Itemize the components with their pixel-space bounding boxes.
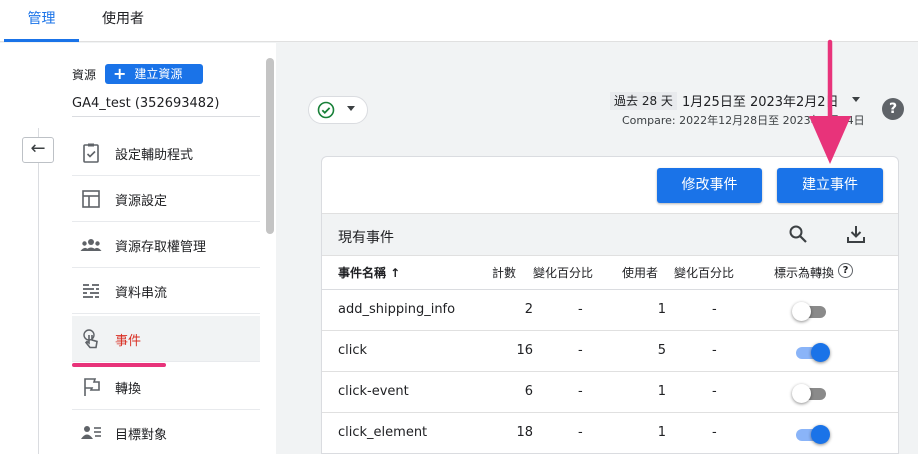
help-circle-icon[interactable]: ? <box>838 263 853 278</box>
header-users-change[interactable]: 變化百分比 <box>674 264 734 281</box>
header-mark-conversion: 標示為轉換 <box>774 266 835 280</box>
sidebar-item-label: 事件 <box>115 334 142 349</box>
download-icon[interactable] <box>846 224 866 244</box>
clipboard-check-icon <box>83 143 99 163</box>
property-selector[interactable]: GA4_test (352693482) <box>72 96 219 111</box>
header-count[interactable]: 計數 <box>492 264 516 281</box>
event-count: 2 <box>524 302 533 317</box>
create-property-label: 建立資源 <box>134 67 183 81</box>
streams-icon <box>83 284 99 298</box>
create-event-button[interactable]: 建立事件 <box>777 168 883 203</box>
event-users-change: - <box>712 343 717 358</box>
header-count-change[interactable]: 變化百分比 <box>533 264 593 281</box>
search-icon[interactable] <box>788 224 808 244</box>
property-label: 資源 <box>72 68 97 82</box>
sidebar-item-events[interactable]: 事件 <box>72 316 260 362</box>
event-name[interactable]: click_element <box>338 425 427 440</box>
event-users-change: - <box>712 302 717 317</box>
date-preset-chip[interactable]: 過去 28 天 <box>610 92 677 110</box>
help-icon[interactable]: ? <box>882 98 904 120</box>
flag-icon <box>84 378 100 396</box>
audience-icon <box>81 426 101 439</box>
event-name[interactable]: add_shipping_info <box>338 302 455 317</box>
sidebar-item-property-settings[interactable]: 資源設定 <box>72 176 260 222</box>
top-nav: 管理 使用者 <box>0 0 918 42</box>
event-users: 1 <box>657 384 666 399</box>
event-count-change: - <box>578 302 583 317</box>
conversion-toggle[interactable] <box>792 384 830 403</box>
event-users-change: - <box>712 425 717 440</box>
conversion-toggle[interactable] <box>792 343 830 362</box>
conversion-toggle[interactable] <box>792 302 830 321</box>
tab-admin[interactable]: 管理 <box>4 0 79 42</box>
plus-icon: + <box>113 64 127 83</box>
chevron-down-icon <box>347 106 355 111</box>
sidebar-item-audiences[interactable]: 目標對象 <box>72 410 260 454</box>
table-header: 事件名稱 ↑ 計數 變化百分比 使用者 變化百分比 標示為轉換 ? <box>322 256 898 290</box>
sidebar-item-label: 設定輔助程式 <box>115 148 194 163</box>
check-circle-icon <box>317 101 335 119</box>
table-row[interactable]: add_shipping_info 2 - 1 - <box>322 290 898 331</box>
event-name[interactable]: click-event <box>338 384 409 399</box>
sidebar-divider <box>38 128 39 454</box>
existing-events-title: 現有事件 <box>338 230 394 246</box>
sidebar-item-access-management[interactable]: 資源存取權管理 <box>72 222 260 268</box>
annotation-arrow-icon <box>809 39 851 164</box>
table-row[interactable]: click_element 18 - 1 - <box>322 413 898 453</box>
data-status-dropdown[interactable] <box>308 96 368 124</box>
table-row[interactable]: click 16 - 5 - <box>322 331 898 372</box>
sidebar-item-label: 轉換 <box>115 382 142 397</box>
event-count: 6 <box>524 384 533 399</box>
property-underline <box>72 116 260 117</box>
header-event-name[interactable]: 事件名稱 ↑ <box>338 264 400 281</box>
layout-icon <box>82 190 100 208</box>
sidebar-item-conversions[interactable]: 轉換 <box>72 364 260 410</box>
sidebar-item-label: 資料串流 <box>115 286 168 301</box>
sidebar-item-label: 資源設定 <box>115 194 168 209</box>
event-name[interactable]: click <box>338 343 367 358</box>
sidebar-scrollbar[interactable] <box>266 58 274 234</box>
sidebar-item-label: 目標對象 <box>115 428 168 443</box>
sidebar-item-setup-assistant[interactable]: 設定輔助程式 <box>72 130 260 176</box>
event-count: 16 <box>516 343 533 358</box>
touch-icon <box>83 329 98 349</box>
create-property-button[interactable]: + 建立資源 <box>105 64 203 84</box>
event-users: 1 <box>657 302 666 317</box>
modify-event-button[interactable]: 修改事件 <box>657 168 762 203</box>
sidebar-item-data-streams[interactable]: 資料串流 <box>72 268 260 314</box>
sidebar-item-label: 資源存取權管理 <box>115 240 207 255</box>
table-row[interactable]: click-event 6 - 1 - <box>322 372 898 413</box>
existing-events-header: 現有事件 <box>322 213 898 256</box>
people-icon <box>80 239 102 251</box>
header-users[interactable]: 使用者 <box>622 264 658 281</box>
conversion-toggle[interactable] <box>792 425 830 444</box>
tab-users[interactable]: 使用者 <box>88 0 158 42</box>
event-count-change: - <box>578 343 583 358</box>
events-card: 修改事件 建立事件 現有事件 事件名稱 ↑ 計數 變化百分比 使用者 變化百分比… <box>321 156 899 454</box>
event-users-change: - <box>712 384 717 399</box>
event-count-change: - <box>578 384 583 399</box>
event-count: 18 <box>516 425 533 440</box>
event-count-change: - <box>578 425 583 440</box>
back-arrow-icon[interactable]: ← <box>22 137 54 163</box>
event-users: 5 <box>657 343 666 358</box>
event-users: 1 <box>657 425 666 440</box>
